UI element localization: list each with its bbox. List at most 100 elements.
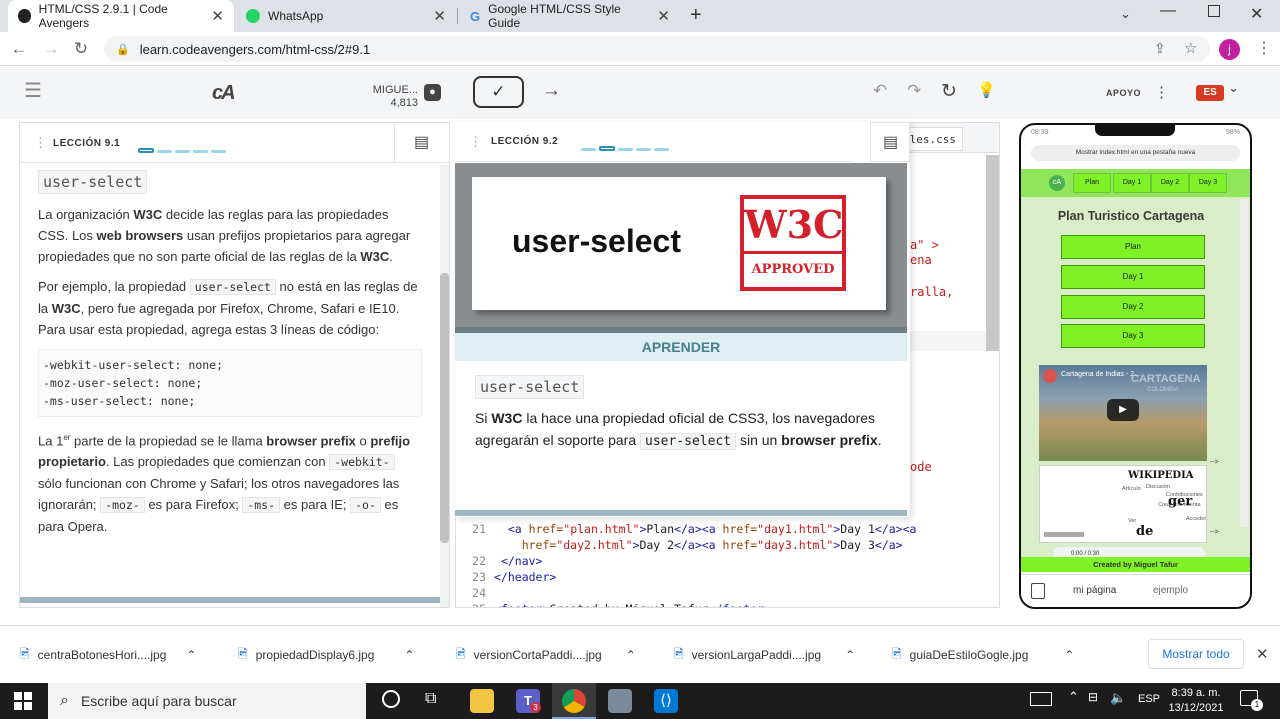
code-token: </header> xyxy=(494,570,557,584)
download-item[interactable]: 🖻 centraBotonesHori....jpg ⌃ xyxy=(20,640,196,670)
download-item[interactable]: 🖻 versionLargaPaddi....jpg ⌃ xyxy=(674,640,855,670)
profile-avatar[interactable]: j xyxy=(1219,39,1240,60)
wiki-link[interactable]: Artículo xyxy=(1122,486,1141,492)
play-icon[interactable]: ▶ xyxy=(1107,399,1139,421)
tab-whatsapp[interactable]: WhatsApp ✕ xyxy=(236,0,456,32)
chevron-up-icon[interactable]: ⌃ xyxy=(1064,648,1074,662)
preview-button-day1[interactable]: Day 1 xyxy=(1061,265,1205,289)
browser-menu-icon[interactable]: ⋮ xyxy=(1256,38,1272,58)
share-icon[interactable]: ⇪ xyxy=(1154,40,1166,57)
close-tab-icon[interactable]: ✕ xyxy=(211,7,224,25)
chevron-up-icon[interactable]: ⌃ xyxy=(1068,689,1079,705)
preview-button-day3[interactable]: Day 3 xyxy=(1061,324,1205,348)
download-item[interactable]: 🖻 versionCortaPaddi....jpg ⌃ xyxy=(456,640,636,670)
split-view-icon[interactable] xyxy=(1031,583,1045,599)
language-flag[interactable]: ES xyxy=(1196,85,1224,101)
drag-handle-icon[interactable]: ⋮ xyxy=(469,134,482,150)
code-line[interactable]: href="day2.html">Day 2</a><a href="day3.… xyxy=(456,537,986,553)
forward-icon[interactable]: → xyxy=(40,38,62,60)
wikipedia-iframe[interactable]: WIKIPEDIA Artículo Discusión Contribucio… xyxy=(1039,465,1207,543)
preview-scrollbar[interactable] xyxy=(1240,199,1248,527)
windows-start-icon[interactable] xyxy=(14,692,32,710)
url-field[interactable]: 🔒 learn.codeavengers.com/html-css/2#9.1 xyxy=(104,36,1210,62)
code-line[interactable]: 23 </header> xyxy=(456,569,986,585)
volume-icon[interactable]: 🔈 xyxy=(1110,690,1126,706)
app-icon[interactable] xyxy=(608,689,632,713)
lesson-label: LECCIÓN 9.2 xyxy=(491,136,559,147)
preview-nav-day2[interactable]: Day 2 xyxy=(1151,173,1189,193)
new-tab-button[interactable]: + xyxy=(690,4,702,27)
iframe-scrollbar[interactable] xyxy=(1044,532,1084,537)
wiki-link[interactable]: Discusión xyxy=(1146,484,1170,490)
tab-my-page[interactable]: mi página xyxy=(1073,585,1116,596)
hint-lightbulb-icon[interactable]: 💡 xyxy=(977,81,996,99)
preview-button-plan[interactable]: Plan xyxy=(1061,235,1205,259)
close-window-button[interactable]: ✕ xyxy=(1250,4,1263,24)
taskbar-search[interactable]: ⌕ Escribe aquí para buscar xyxy=(48,683,366,719)
clock[interactable]: 8:39 a. m. 13/12/2021 xyxy=(1164,686,1228,716)
code-line[interactable]: 25 <footer>Created by Miguel Tafur</foote… xyxy=(456,601,986,607)
bookmark-star-icon[interactable]: ☆ xyxy=(1184,39,1197,57)
preview-nav-day1[interactable]: Day 1 xyxy=(1113,173,1151,193)
task-view-icon[interactable]: ⧉ xyxy=(425,690,436,708)
language-dropdown-icon[interactable]: ⌄ xyxy=(1228,80,1239,96)
video-embed[interactable]: Cartagena de Indias - 2... CARTAGENA COL… xyxy=(1039,365,1207,461)
show-all-button[interactable]: Mostrar todo xyxy=(1148,639,1244,669)
code-avengers-logo[interactable]: cA xyxy=(212,82,236,105)
tab-search-icon[interactable]: ⌄ xyxy=(1120,6,1131,22)
keyboard-icon[interactable] xyxy=(1030,692,1052,706)
code-lines[interactable]: 21 <a href="plan.html">Plan</a><a href="… xyxy=(456,521,986,607)
cortana-icon[interactable] xyxy=(382,690,400,708)
code-line[interactable]: 21 <a href="plan.html">Plan</a><a href="… xyxy=(456,521,986,537)
chevron-up-icon[interactable]: ⌃ xyxy=(186,648,196,662)
wiki-link[interactable]: Acceder xyxy=(1186,516,1206,522)
kebab-menu-icon[interactable]: ⋮ xyxy=(1154,83,1169,101)
close-tab-icon[interactable]: ✕ xyxy=(433,7,446,25)
editor-scrollbar[interactable] xyxy=(986,155,999,351)
drag-handle-icon[interactable]: ⋮ xyxy=(34,135,47,151)
teams-badge: 3 xyxy=(530,702,541,713)
support-link[interactable]: APOYO xyxy=(1106,88,1141,98)
notes-icon[interactable]: ▤ xyxy=(414,132,429,152)
file-explorer-icon[interactable] xyxy=(470,689,494,713)
tab-example[interactable]: ejemplo xyxy=(1153,585,1188,596)
minimize-button[interactable]: — xyxy=(1160,2,1176,20)
reset-icon[interactable]: ↻ xyxy=(941,80,957,103)
preview-nav-day3[interactable]: Day 3 xyxy=(1189,173,1227,193)
code-token: "day1.html" xyxy=(757,522,834,536)
undo-icon[interactable]: ↶ xyxy=(873,81,887,101)
notes-icon[interactable]: ▤ xyxy=(883,132,898,152)
network-icon[interactable]: ⊟ xyxy=(1088,690,1098,704)
hamburger-menu-icon[interactable]: ☰ xyxy=(24,81,42,101)
redo-icon[interactable]: ↷ xyxy=(907,81,921,101)
check-button[interactable]: ✓ xyxy=(473,76,524,108)
reload-icon[interactable]: ↻ xyxy=(70,38,92,60)
audio-player[interactable]: 0:00 / 0:30 xyxy=(1053,547,1205,557)
preview-button-day2[interactable]: Day 2 xyxy=(1061,295,1205,319)
chevron-up-icon[interactable]: ⌃ xyxy=(626,648,636,662)
scrollbar-thumb[interactable] xyxy=(440,273,449,543)
download-item[interactable]: 🖻 propiedadDisplay6.jpg ⌃ xyxy=(238,640,414,670)
chevron-up-icon[interactable]: ⌃ xyxy=(404,648,414,662)
maximize-button[interactable] xyxy=(1208,5,1220,17)
next-arrow-icon[interactable]: → xyxy=(542,80,561,102)
back-icon[interactable]: ← xyxy=(8,38,30,60)
vscode-icon[interactable]: ⟨⟩ xyxy=(654,689,678,713)
input-language[interactable]: ESP xyxy=(1138,693,1160,705)
preview-nav-plan[interactable]: Plan xyxy=(1073,173,1111,193)
notes-button[interactable]: ▤ xyxy=(870,122,910,162)
user-points: 4,813 xyxy=(390,97,418,109)
code-line[interactable]: 24 xyxy=(456,585,986,601)
close-downloads-icon[interactable]: ✕ xyxy=(1256,645,1269,663)
download-item[interactable]: 🖻 guiaDeEstiloGogle.jpg ⌃ xyxy=(892,640,1074,670)
code-line[interactable]: 22 </nav> xyxy=(456,553,986,569)
open-new-tab-button[interactable]: Mostrar index.html en una pestaña nueva xyxy=(1031,145,1240,161)
learn-bar[interactable]: APRENDER xyxy=(455,333,907,361)
tab-google-style-guide[interactable]: G Google HTML/CSS Style Guide ✕ xyxy=(460,0,680,32)
tab-code-avengers[interactable]: HTML/CSS 2.9.1 | Code Avengers ✕ xyxy=(8,0,234,32)
user-avatar-icon[interactable]: ● xyxy=(424,84,441,101)
chevron-up-icon[interactable]: ⌃ xyxy=(845,648,855,662)
lesson-scrollbar[interactable] xyxy=(440,165,449,607)
chrome-icon[interactable] xyxy=(562,689,586,713)
close-tab-icon[interactable]: ✕ xyxy=(657,7,670,25)
